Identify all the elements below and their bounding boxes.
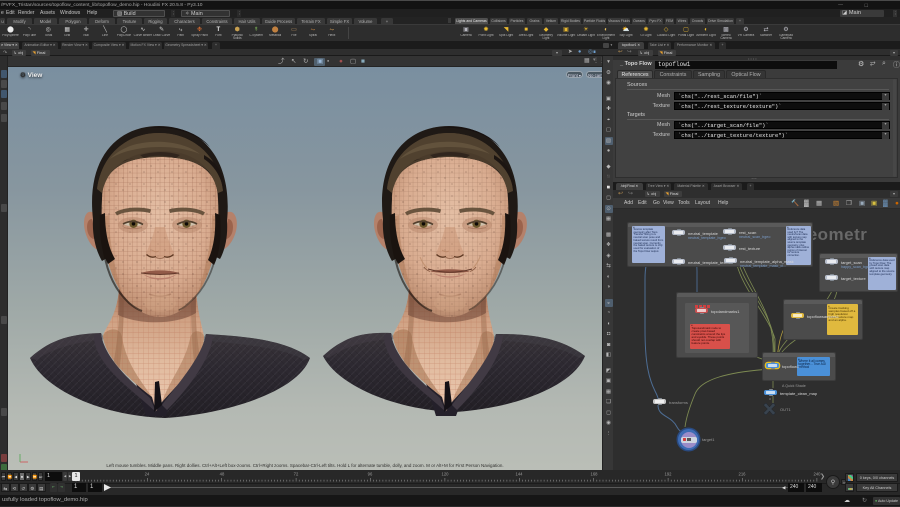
svg-text:192: 192 [665,472,673,477]
svg-text:72: 72 [294,472,299,477]
svg-text:96: 96 [368,472,373,477]
svg-text:48: 48 [220,472,225,477]
svg-text:168: 168 [591,472,599,477]
svg-text:144: 144 [516,472,524,477]
svg-text:24: 24 [145,472,150,477]
svg-text:120: 120 [442,472,450,477]
svg-text:216: 216 [739,472,747,477]
